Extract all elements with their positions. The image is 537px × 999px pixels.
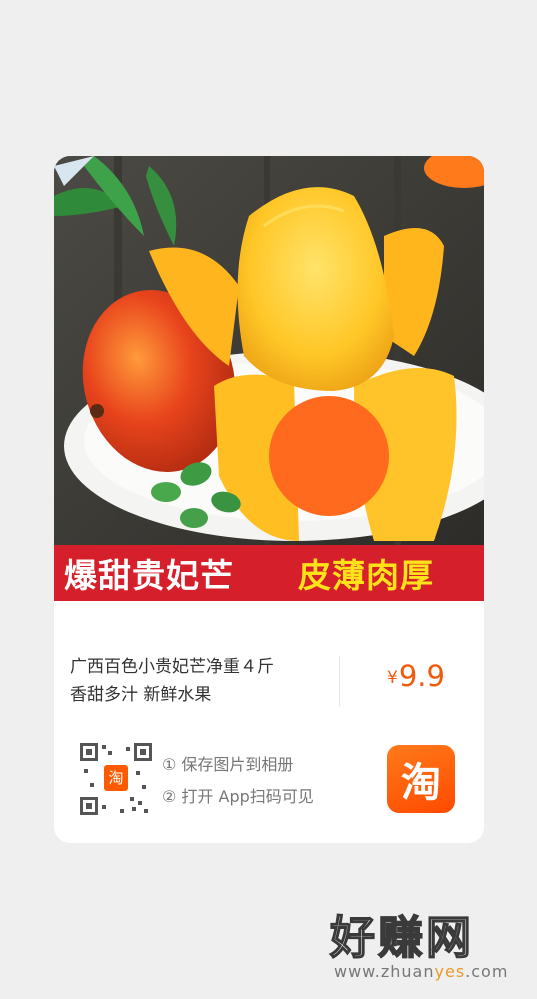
product-title-line1: 广西百色小贵妃芒净重４斤 (70, 657, 274, 677)
product-photo[interactable] (54, 156, 484, 545)
watermark-url: www.zhuanyes.com (334, 962, 520, 981)
banner-slogan-left: 爆甜贵妃芒 (64, 556, 234, 595)
watermark-url-highlight: yes (434, 962, 466, 981)
qr-badge-icon: 淘 (108, 769, 123, 787)
price-value: 9.9 (398, 659, 445, 693)
watermark-url-suffix: .com (465, 962, 509, 981)
share-card: 爆甜贵妃芒 皮薄肉厚 广西百色小贵妃芒净重４斤 香甜多汁 新鲜水果 ¥9.9 淘… (54, 156, 484, 843)
step-open-app: ② 打开 App扫码可见 (162, 787, 314, 806)
watermark-logo: 好赚网 (329, 911, 475, 964)
share-instructions: ① 保存图片到相册 ② 打开 App扫码可见 (162, 749, 314, 813)
step-save-image: ① 保存图片到相册 (162, 755, 294, 774)
promo-banner: 爆甜贵妃芒 皮薄肉厚 (54, 545, 484, 601)
watermark-url-prefix: www.zhuan (334, 962, 435, 981)
product-title: 广西百色小贵妃芒净重４斤 香甜多汁 新鲜水果 (70, 653, 330, 709)
price-currency: ¥ (387, 668, 398, 688)
banner-slogan-right: 皮薄肉厚 (298, 556, 434, 595)
site-watermark: 好赚网 www.zhuanyes.com (329, 911, 520, 984)
product-title-line2: 香甜多汁 新鲜水果 (70, 685, 212, 705)
product-price: ¥9.9 (387, 659, 445, 693)
taobao-app-icon[interactable]: 淘 (387, 745, 455, 813)
divider (339, 656, 340, 706)
qr-code[interactable]: 淘 (80, 743, 152, 815)
taobao-icon-glyph: 淘 (401, 760, 441, 806)
